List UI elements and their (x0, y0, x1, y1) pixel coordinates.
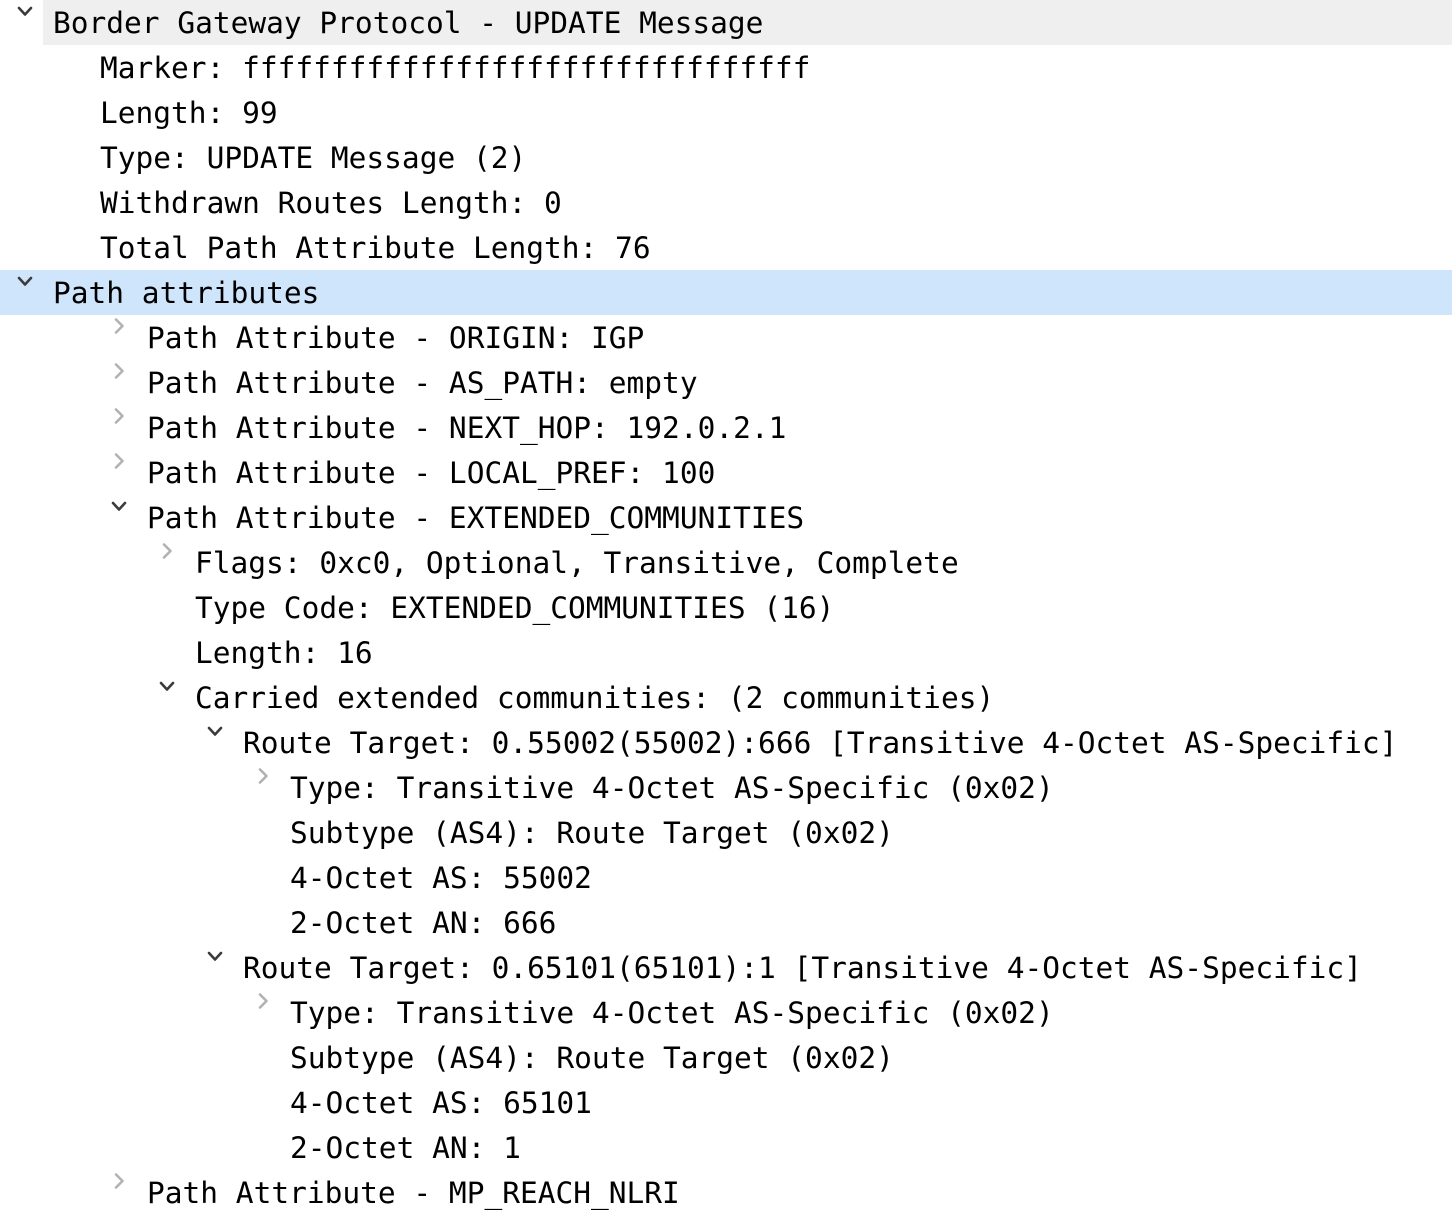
tree-row-path-attribute-origin-igp[interactable]: Path Attribute - ORIGIN: IGP (0, 315, 1452, 360)
tree-row-content: Route Target: 0.65101(65101):1 [Transiti… (0, 945, 1452, 990)
tree-row-content: Total Path Attribute Length: 76 (0, 225, 1452, 270)
tree-row-flags-0xc0-optional-transitive-complete[interactable]: Flags: 0xc0, Optional, Transitive, Compl… (0, 540, 1452, 585)
tree-row-label: Type: Transitive 4-Octet AS-Specific (0x… (290, 996, 1054, 1030)
tree-row-content: Type: Transitive 4-Octet AS-Specific (0x… (0, 765, 1452, 810)
tree-row-label: Length: 99 (100, 96, 278, 130)
tree-row-2-octet-an-1[interactable]: 2-Octet AN: 1 (0, 1125, 1452, 1170)
tree-row-length-99[interactable]: Length: 99 (0, 90, 1452, 135)
chevron-right-icon[interactable] (104, 450, 134, 495)
chevron-down-icon[interactable] (10, 270, 40, 315)
tree-row-content: Path Attribute - NEXT_HOP: 192.0.2.1 (0, 405, 1452, 450)
tree-row-content: Route Target: 0.55002(55002):666 [Transi… (0, 720, 1452, 765)
chevron-right-icon[interactable] (104, 405, 134, 450)
tree-row-label: Path attributes (53, 276, 320, 310)
tree-row-total-path-attribute-length-76[interactable]: Total Path Attribute Length: 76 (0, 225, 1452, 270)
tree-row-label: 4-Octet AS: 65101 (290, 1086, 592, 1120)
tree-row-label: Type Code: EXTENDED_COMMUNITIES (16) (195, 591, 835, 625)
tree-row-content: 4-Octet AS: 65101 (0, 1080, 1452, 1125)
tree-row-type-transitive-4-octet-as-specific-0x02[interactable]: Type: Transitive 4-Octet AS-Specific (0x… (0, 765, 1452, 810)
tree-row-label: Route Target: 0.65101(65101):1 [Transiti… (243, 951, 1362, 985)
tree-row-label: Path Attribute - MP_REACH_NLRI (147, 1176, 680, 1210)
tree-row-label: Path Attribute - ORIGIN: IGP (147, 321, 645, 355)
tree-row-4-octet-as-65101[interactable]: 4-Octet AS: 65101 (0, 1080, 1452, 1125)
chevron-right-icon[interactable] (152, 540, 182, 585)
tree-row-content: 2-Octet AN: 666 (0, 900, 1452, 945)
tree-row-content: Type Code: EXTENDED_COMMUNITIES (16) (0, 585, 1452, 630)
tree-row-content: Type: Transitive 4-Octet AS-Specific (0x… (0, 990, 1452, 1035)
tree-row-path-attribute-local-pref-100[interactable]: Path Attribute - LOCAL_PREF: 100 (0, 450, 1452, 495)
tree-row-label: Carried extended communities: (2 communi… (195, 681, 995, 715)
tree-row-4-octet-as-55002[interactable]: 4-Octet AS: 55002 (0, 855, 1452, 900)
tree-row-content: Subtype (AS4): Route Target (0x02) (0, 810, 1452, 855)
tree-row-content: 2-Octet AN: 1 (0, 1125, 1452, 1170)
chevron-right-icon[interactable] (248, 990, 278, 1035)
tree-row-label: Type: UPDATE Message (2) (100, 141, 527, 175)
tree-row-type-update-message-2[interactable]: Type: UPDATE Message (2) (0, 135, 1452, 180)
tree-row-length-16[interactable]: Length: 16 (0, 630, 1452, 675)
tree-row-subtype-as4-route-target-0x02[interactable]: Subtype (AS4): Route Target (0x02) (0, 1035, 1452, 1080)
tree-row-label: Total Path Attribute Length: 76 (100, 231, 651, 265)
packet-detail-tree[interactable]: Border Gateway Protocol - UPDATE Message… (0, 0, 1452, 1215)
tree-row-label: Marker: ffffffffffffffffffffffffffffffff (100, 51, 811, 85)
chevron-down-icon[interactable] (152, 675, 182, 720)
chevron-down-icon[interactable] (200, 720, 230, 765)
tree-row-content: Subtype (AS4): Route Target (0x02) (0, 1035, 1452, 1080)
tree-row-label: Path Attribute - NEXT_HOP: 192.0.2.1 (147, 411, 787, 445)
chevron-right-icon[interactable] (104, 1170, 134, 1215)
tree-row-label: Subtype (AS4): Route Target (0x02) (290, 816, 894, 850)
tree-row-withdrawn-routes-length-0[interactable]: Withdrawn Routes Length: 0 (0, 180, 1452, 225)
chevron-right-icon[interactable] (248, 765, 278, 810)
chevron-right-icon[interactable] (104, 360, 134, 405)
tree-row-carried-extended-communities-2-communities[interactable]: Carried extended communities: (2 communi… (0, 675, 1452, 720)
chevron-down-icon[interactable] (10, 0, 40, 45)
tree-row-label: 4-Octet AS: 55002 (290, 861, 592, 895)
tree-row-content: Length: 99 (0, 90, 1452, 135)
tree-row-marker-ffffffffffffffffffffffffffffffff[interactable]: Marker: ffffffffffffffffffffffffffffffff (0, 45, 1452, 90)
tree-row-label: Path Attribute - EXTENDED_COMMUNITIES (147, 501, 805, 535)
tree-row-type-code-extended-communities-16[interactable]: Type Code: EXTENDED_COMMUNITIES (16) (0, 585, 1452, 630)
tree-row-path-attribute-as-path-empty[interactable]: Path Attribute - AS_PATH: empty (0, 360, 1452, 405)
tree-row-route-target-0-55002-55002-666-transitive-4-octe[interactable]: Route Target: 0.55002(55002):666 [Transi… (0, 720, 1452, 765)
tree-row-content: Path Attribute - AS_PATH: empty (0, 360, 1452, 405)
chevron-right-icon[interactable] (104, 315, 134, 360)
tree-row-label: 2-Octet AN: 1 (290, 1131, 521, 1165)
tree-row-path-attribute-next-hop-192-0-2-1[interactable]: Path Attribute - NEXT_HOP: 192.0.2.1 (0, 405, 1452, 450)
chevron-down-icon[interactable] (200, 945, 230, 990)
tree-row-label: Route Target: 0.55002(55002):666 [Transi… (243, 726, 1398, 760)
tree-row-content: Path Attribute - EXTENDED_COMMUNITIES (0, 495, 1452, 540)
tree-row-path-attribute-extended-communities[interactable]: Path Attribute - EXTENDED_COMMUNITIES (0, 495, 1452, 540)
tree-row-label: Path Attribute - LOCAL_PREF: 100 (147, 456, 716, 490)
tree-row-subtype-as4-route-target-0x02[interactable]: Subtype (AS4): Route Target (0x02) (0, 810, 1452, 855)
tree-row-2-octet-an-666[interactable]: 2-Octet AN: 666 (0, 900, 1452, 945)
tree-row-label: Path Attribute - AS_PATH: empty (147, 366, 698, 400)
tree-row-content: Flags: 0xc0, Optional, Transitive, Compl… (0, 540, 1452, 585)
tree-row-label: Length: 16 (195, 636, 373, 670)
tree-row-path-attribute-mp-reach-nlri[interactable]: Path Attribute - MP_REACH_NLRI (0, 1170, 1452, 1215)
tree-row-content: Length: 16 (0, 630, 1452, 675)
tree-row-content: Path Attribute - LOCAL_PREF: 100 (0, 450, 1452, 495)
tree-row-label: Border Gateway Protocol - UPDATE Message (53, 6, 764, 40)
tree-row-content: Border Gateway Protocol - UPDATE Message (0, 0, 1452, 45)
tree-row-content: Path Attribute - MP_REACH_NLRI (0, 1170, 1452, 1215)
tree-row-content: Path Attribute - ORIGIN: IGP (0, 315, 1452, 360)
tree-row-route-target-0-65101-65101-1-transitive-4-octet-[interactable]: Route Target: 0.65101(65101):1 [Transiti… (0, 945, 1452, 990)
tree-row-label: Subtype (AS4): Route Target (0x02) (290, 1041, 894, 1075)
tree-row-type-transitive-4-octet-as-specific-0x02[interactable]: Type: Transitive 4-Octet AS-Specific (0x… (0, 990, 1452, 1035)
tree-row-content: Carried extended communities: (2 communi… (0, 675, 1452, 720)
tree-row-label: 2-Octet AN: 666 (290, 906, 557, 940)
tree-row-label: Withdrawn Routes Length: 0 (100, 186, 562, 220)
tree-row-path-attributes[interactable]: Path attributes (0, 270, 1452, 315)
tree-row-content: Withdrawn Routes Length: 0 (0, 180, 1452, 225)
tree-row-content: Path attributes (0, 270, 1452, 315)
tree-row-content: Marker: ffffffffffffffffffffffffffffffff (0, 45, 1452, 90)
tree-row-label: Flags: 0xc0, Optional, Transitive, Compl… (195, 546, 959, 580)
tree-row-border-gateway-protocol-update-message[interactable]: Border Gateway Protocol - UPDATE Message (0, 0, 1452, 45)
tree-row-label: Type: Transitive 4-Octet AS-Specific (0x… (290, 771, 1054, 805)
tree-row-content: Type: UPDATE Message (2) (0, 135, 1452, 180)
tree-row-content: 4-Octet AS: 55002 (0, 855, 1452, 900)
chevron-down-icon[interactable] (104, 495, 134, 540)
